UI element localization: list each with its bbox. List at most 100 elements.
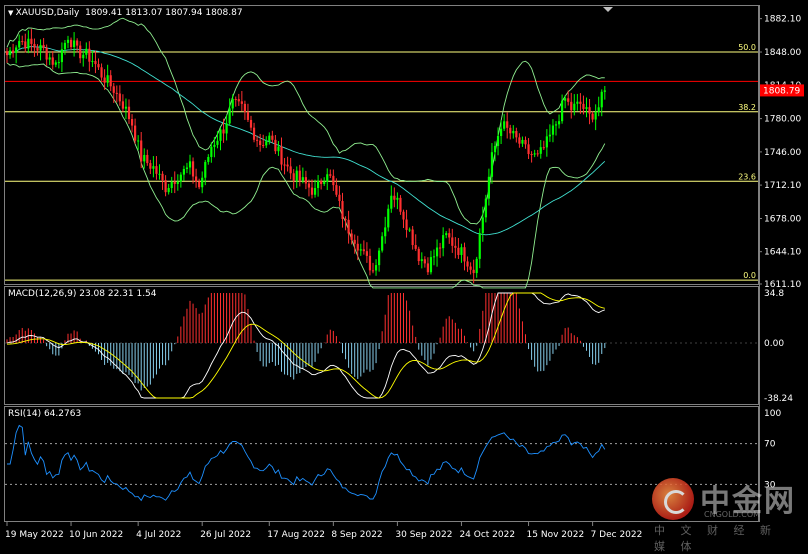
candle-body <box>493 145 497 153</box>
candle-body <box>335 185 338 195</box>
date-tick-label: 15 Nov 2022 <box>527 530 585 540</box>
candle-body <box>567 98 570 102</box>
candle-body <box>210 146 213 157</box>
candle-body <box>490 152 494 177</box>
candle-body <box>466 261 469 267</box>
candle-body <box>45 47 48 60</box>
symbol-label[interactable]: XAUUSD,Daily <box>16 8 80 18</box>
fib-label: 38.2 <box>738 103 756 112</box>
price-tick-label: 1678.00 <box>764 214 801 224</box>
candle-body <box>414 245 417 249</box>
panel-collapse-icon[interactable] <box>603 7 613 12</box>
candle-body <box>63 42 67 50</box>
candle-body <box>329 174 332 176</box>
candle-body <box>481 217 484 234</box>
candle-body <box>313 188 317 195</box>
candle-body <box>79 45 82 59</box>
candle-body <box>8 50 12 56</box>
candle-body <box>36 47 39 51</box>
date-tick-label: 17 Aug 2022 <box>267 530 325 540</box>
candle-body <box>530 154 533 156</box>
candle-body <box>304 177 307 184</box>
rsi-tick-label: 100 <box>764 409 781 419</box>
candle-body <box>463 247 466 262</box>
candle-body <box>548 134 551 137</box>
candle-body <box>286 164 289 167</box>
candle-body <box>426 263 429 273</box>
bollinger-upper <box>6 17 605 225</box>
candle-body <box>457 247 460 255</box>
candle-body <box>137 140 140 142</box>
price-tick-label: 1848.00 <box>764 48 801 58</box>
candle-body <box>259 140 262 146</box>
price-tick-label: 1780.00 <box>764 115 801 125</box>
candle-body <box>118 93 121 102</box>
candle-body <box>243 103 246 112</box>
candle-body <box>564 98 567 101</box>
candle-body <box>103 77 106 83</box>
candle-body <box>158 173 161 175</box>
axes-labels: 1882.101848.001814.101780.001746.001712.… <box>5 15 804 540</box>
candle-body <box>76 40 79 46</box>
candle-body <box>323 181 326 185</box>
candle-body <box>557 121 561 125</box>
candle-body <box>213 144 216 147</box>
candle-body <box>277 146 280 152</box>
candle-body <box>27 38 30 49</box>
candle-body <box>475 258 478 274</box>
candle-body <box>134 125 137 141</box>
moving-average-line <box>6 46 606 236</box>
candle-body <box>188 161 192 168</box>
candle-body <box>109 75 112 87</box>
candle-body <box>591 113 594 120</box>
candle-body <box>597 107 600 112</box>
candle-body <box>195 176 198 182</box>
candle-body <box>594 111 597 120</box>
current-price-label: 1808.79 <box>763 86 800 96</box>
candle-body <box>164 180 167 193</box>
candle-body <box>170 181 173 189</box>
candle-body <box>292 173 295 181</box>
macd-panel-frame <box>4 286 759 405</box>
candle-body <box>417 248 420 262</box>
candle-body <box>402 211 405 220</box>
candle-body <box>256 139 259 141</box>
candle-body <box>310 187 314 195</box>
candle-body <box>341 201 344 219</box>
candle-body <box>207 156 210 162</box>
candle-body <box>454 245 457 248</box>
candle-body <box>121 101 124 109</box>
candle-body <box>585 107 588 109</box>
ohlc-readout: 1809.41 1813.07 1807.94 1808.87 <box>85 8 243 18</box>
candle-body <box>356 243 359 251</box>
candle-body <box>353 239 356 244</box>
candle-body <box>57 62 60 64</box>
candle-body <box>411 229 414 246</box>
candle-body <box>60 49 63 63</box>
candle-body <box>423 259 426 264</box>
dropdown-arrow-icon[interactable]: ▼ <box>8 9 16 17</box>
candle-body <box>338 194 341 202</box>
candle-body <box>295 170 298 181</box>
price-panel[interactable]: 50.0 38.2 23.6 0.0 <box>5 17 758 289</box>
candle-body <box>533 153 536 155</box>
candle-body <box>359 249 362 251</box>
candle-body <box>539 147 542 154</box>
candle-body <box>85 48 88 55</box>
candle-body <box>524 139 527 145</box>
candle-body <box>127 106 131 120</box>
candle-body <box>274 139 277 152</box>
macd-panel[interactable] <box>5 292 758 399</box>
candle-body <box>405 219 408 230</box>
candle-body <box>298 170 301 181</box>
candle-body <box>487 176 490 199</box>
candle-body <box>393 195 396 200</box>
candle-body <box>201 177 204 188</box>
candle-body <box>268 135 271 142</box>
rsi-panel[interactable] <box>5 424 758 502</box>
candle-body <box>582 103 585 109</box>
candle-body <box>112 86 115 93</box>
brand-logo-icon <box>652 478 694 520</box>
candle-body <box>152 166 155 169</box>
candle-body <box>387 208 390 228</box>
